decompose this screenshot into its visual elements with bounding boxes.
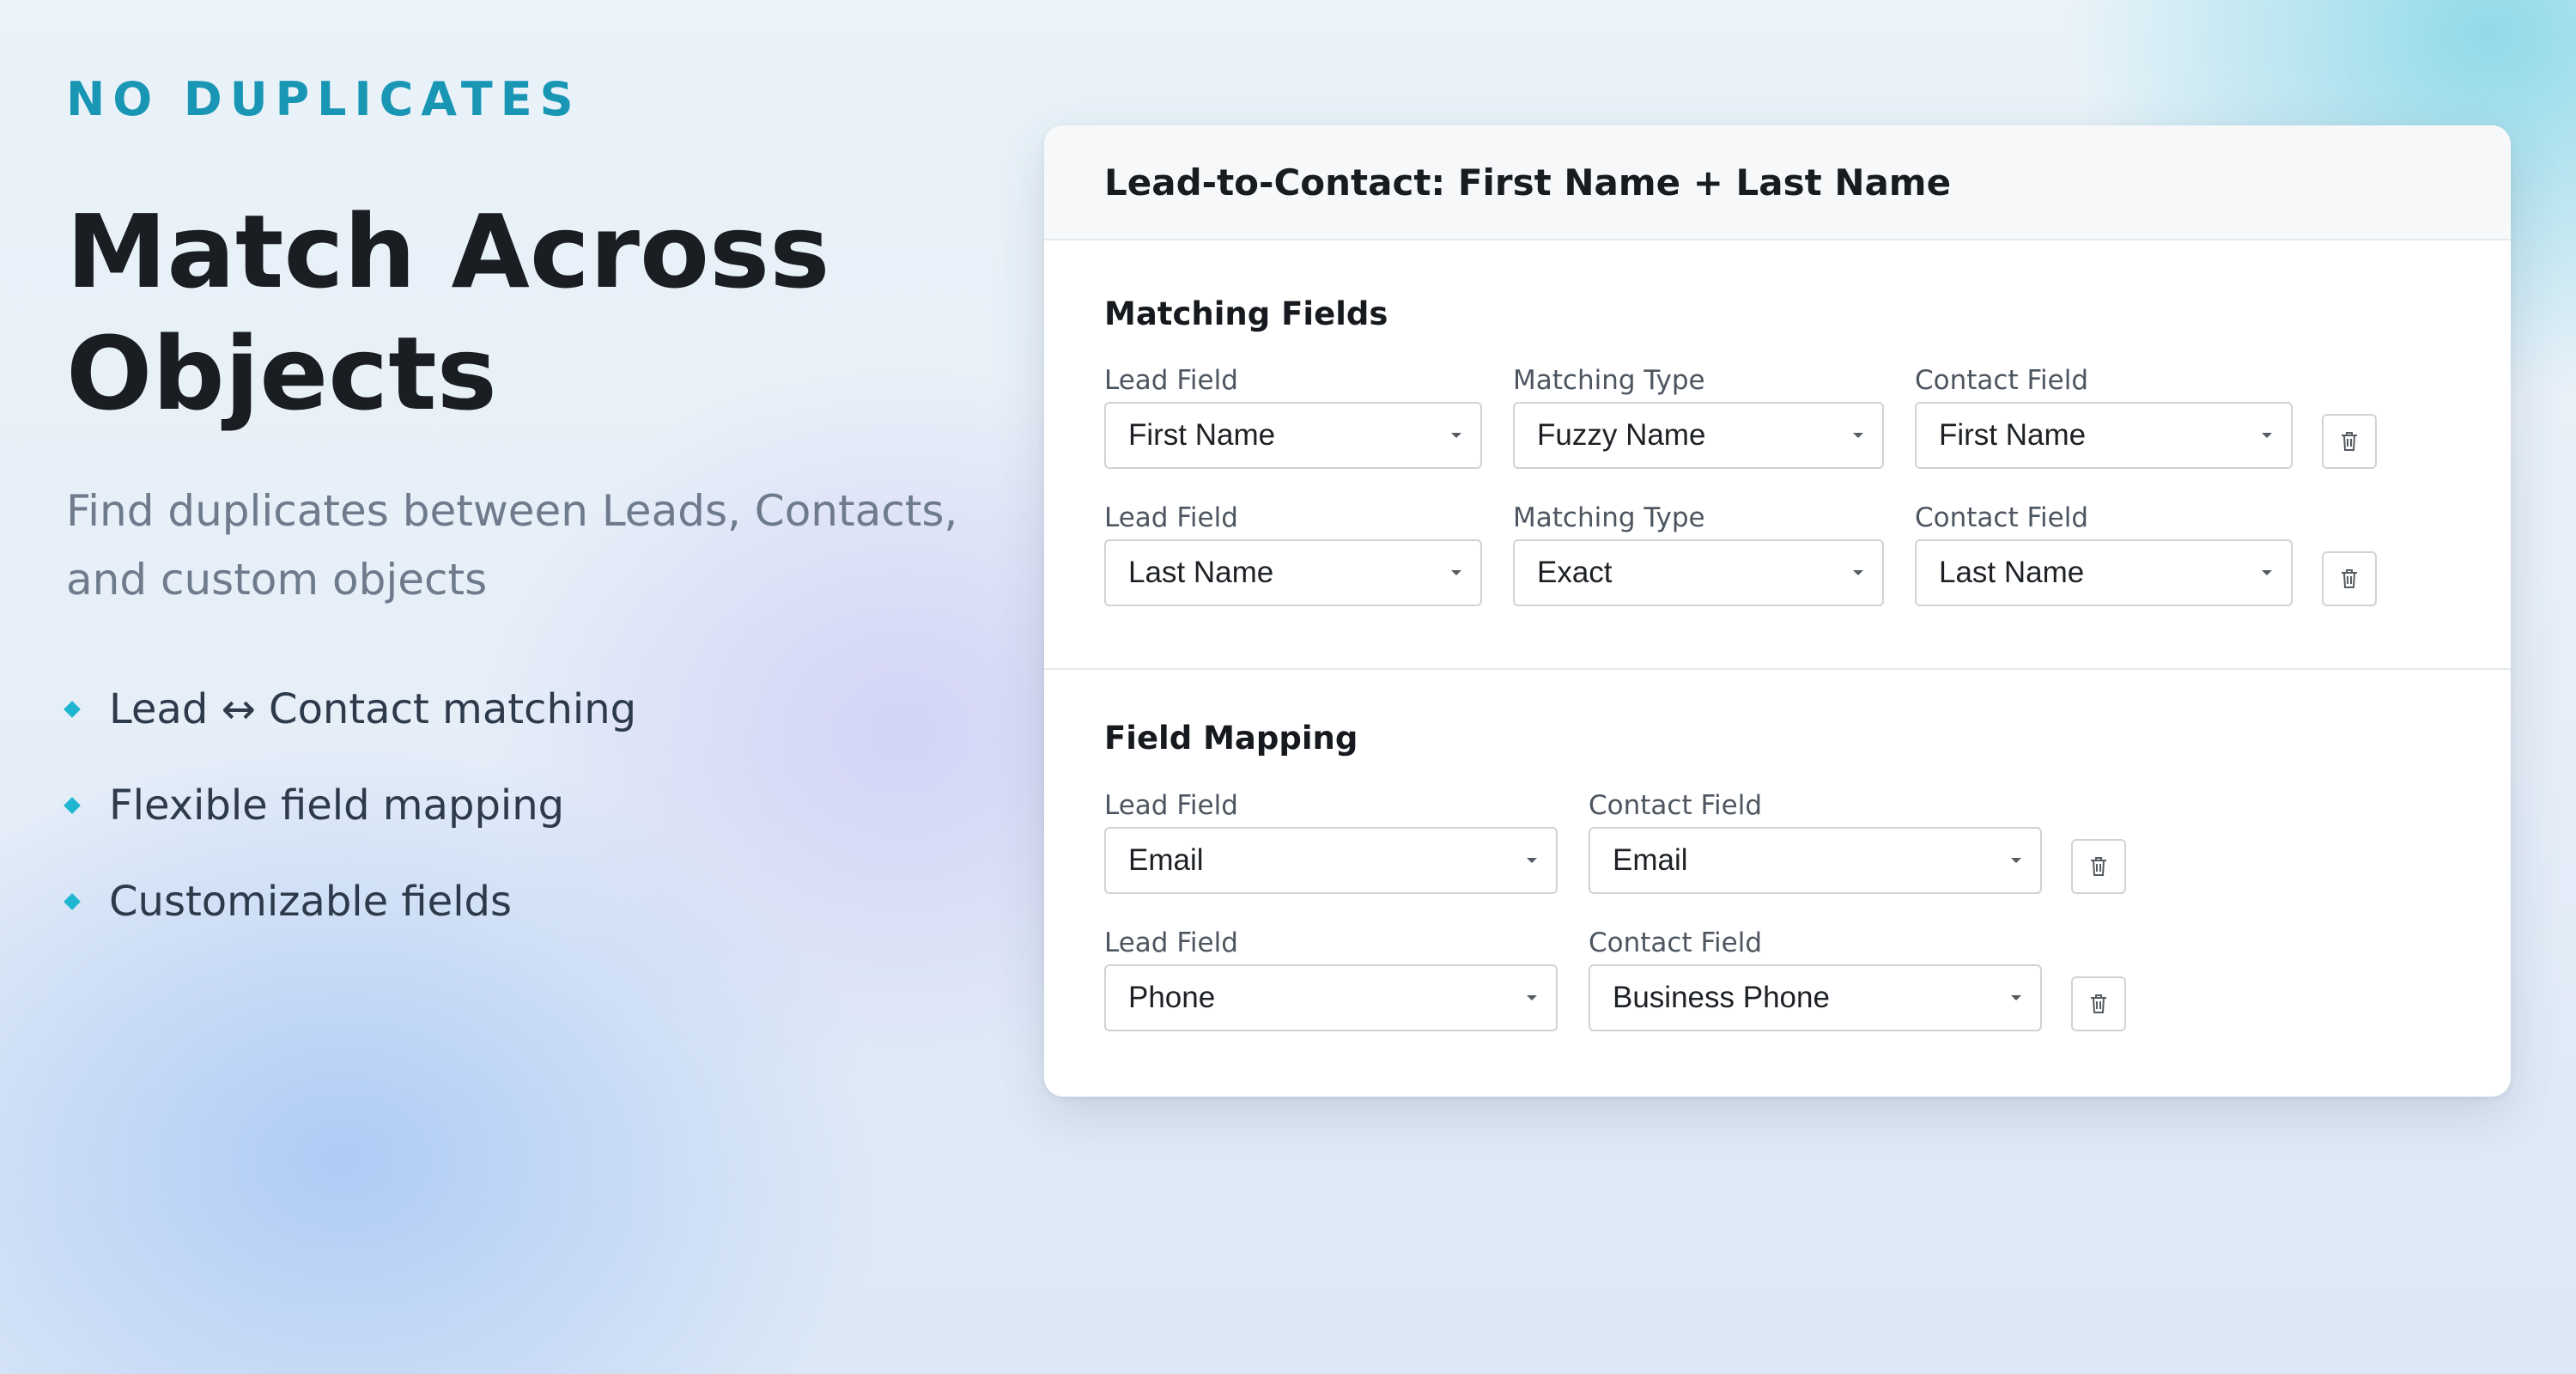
lead-field-group: Lead Field Phone — [1104, 923, 1558, 1031]
lead-field-group: Lead Field First Name — [1104, 361, 1482, 469]
card-title: Lead-to-Contact: First Name + Last Name — [1044, 125, 2511, 240]
field-mapping-section: Field Mapping Lead Field Email Contact F… — [1044, 670, 2511, 1095]
feature-text: Flexible field mapping — [109, 781, 565, 830]
chevron-down-icon — [1853, 433, 1863, 438]
lead-field-label: Lead Field — [1104, 365, 1238, 396]
lead-field-select[interactable]: First Name — [1104, 402, 1482, 469]
contact-field-label: Contact Field — [1589, 790, 1763, 821]
contact-field-select[interactable]: Business Phone — [1589, 964, 2042, 1031]
contact-field-label: Contact Field — [1589, 927, 1763, 958]
lead-field-group: Lead Field Email — [1104, 786, 1558, 894]
matching-type-select[interactable]: Exact — [1513, 539, 1884, 606]
contact-field-group: Contact Field Last Name — [1915, 498, 2293, 606]
delete-row-button[interactable] — [2071, 839, 2126, 894]
feature-list: Lead ↔ Contact matching Flexible field m… — [64, 661, 637, 950]
select-value: Last Name — [1128, 556, 1274, 589]
delete-row-button[interactable] — [2071, 976, 2126, 1031]
select-value: Phone — [1128, 981, 1216, 1014]
mapping-row: Lead Field Email Contact Field Email — [1104, 786, 2392, 897]
lead-field-select[interactable]: Email — [1104, 827, 1558, 894]
select-value: Last Name — [1939, 556, 2085, 589]
chevron-down-icon — [2262, 570, 2272, 575]
field-mapping-title: Field Mapping — [1104, 720, 1358, 757]
lead-field-label: Lead Field — [1104, 790, 1238, 821]
feature-item: Lead ↔ Contact matching — [64, 661, 637, 757]
trash-icon — [2342, 569, 2357, 588]
chevron-down-icon — [1451, 433, 1461, 438]
mapping-row: Lead Field Phone Contact Field Business … — [1104, 923, 2392, 1035]
chevron-down-icon — [1527, 858, 1537, 863]
matching-row: Lead Field Last Name Matching Type Exact… — [1104, 498, 2392, 610]
delete-row-button[interactable] — [2322, 414, 2377, 469]
diamond-bullet-icon — [64, 797, 81, 814]
trash-icon — [2342, 432, 2357, 451]
diamond-bullet-icon — [64, 893, 81, 910]
lead-field-group: Lead Field Last Name — [1104, 498, 1482, 606]
feature-item: Flexible field mapping — [64, 757, 636, 854]
chevron-down-icon — [2011, 858, 2021, 863]
trash-icon — [2091, 994, 2106, 1013]
select-value: Email — [1613, 843, 1688, 877]
lead-field-label: Lead Field — [1104, 502, 1238, 533]
contact-field-label: Contact Field — [1915, 502, 2089, 533]
delete-row-button[interactable] — [2322, 551, 2377, 606]
lead-field-label: Lead Field — [1104, 927, 1238, 958]
matching-type-select[interactable]: Fuzzy Name — [1513, 402, 1884, 469]
select-value: Business Phone — [1613, 981, 1830, 1014]
matching-type-group: Matching Type Fuzzy Name — [1513, 361, 1884, 469]
eyebrow-label: NO DUPLICATES — [66, 72, 581, 126]
chevron-down-icon — [1451, 570, 1461, 575]
page-headline: Match Across Objects — [66, 192, 830, 433]
feature-text: Lead ↔ Contact matching — [109, 685, 637, 733]
contact-field-group: Contact Field First Name — [1915, 361, 2293, 469]
page-subtitle: Find duplicates between Leads, Contacts,… — [66, 486, 958, 605]
select-value: Email — [1128, 843, 1204, 877]
rule-card: Lead-to-Contact: First Name + Last Name … — [1044, 125, 2511, 1097]
chevron-down-icon — [2011, 995, 2021, 1000]
feature-text: Customizable fields — [109, 878, 513, 926]
matching-type-label: Matching Type — [1513, 502, 1705, 533]
matching-row: Lead Field First Name Matching Type Fuzz… — [1104, 361, 2392, 472]
chevron-down-icon — [2262, 433, 2272, 438]
contact-field-select[interactable]: Last Name — [1915, 539, 2293, 606]
select-value: Exact — [1537, 556, 1613, 589]
matching-type-label: Matching Type — [1513, 365, 1705, 396]
contact-field-select[interactable]: Email — [1589, 827, 2042, 894]
lead-field-select[interactable]: Last Name — [1104, 539, 1482, 606]
contact-field-group: Contact Field Email — [1589, 786, 2042, 894]
contact-field-label: Contact Field — [1915, 365, 2089, 396]
chevron-down-icon — [1853, 570, 1863, 575]
trash-icon — [2091, 857, 2106, 876]
contact-field-group: Contact Field Business Phone — [1589, 923, 2042, 1031]
chevron-down-icon — [1527, 995, 1537, 1000]
select-value: First Name — [1939, 418, 2087, 452]
matching-type-group: Matching Type Exact — [1513, 498, 1884, 606]
matching-fields-title: Matching Fields — [1104, 295, 1388, 332]
select-value: First Name — [1128, 418, 1276, 452]
feature-item: Customizable fields — [64, 854, 636, 950]
matching-fields-section: Matching Fields Lead Field First Name Ma… — [1044, 240, 2511, 670]
diamond-bullet-icon — [64, 701, 81, 718]
contact-field-select[interactable]: First Name — [1915, 402, 2293, 469]
select-value: Fuzzy Name — [1537, 418, 1706, 452]
lead-field-select[interactable]: Phone — [1104, 964, 1558, 1031]
